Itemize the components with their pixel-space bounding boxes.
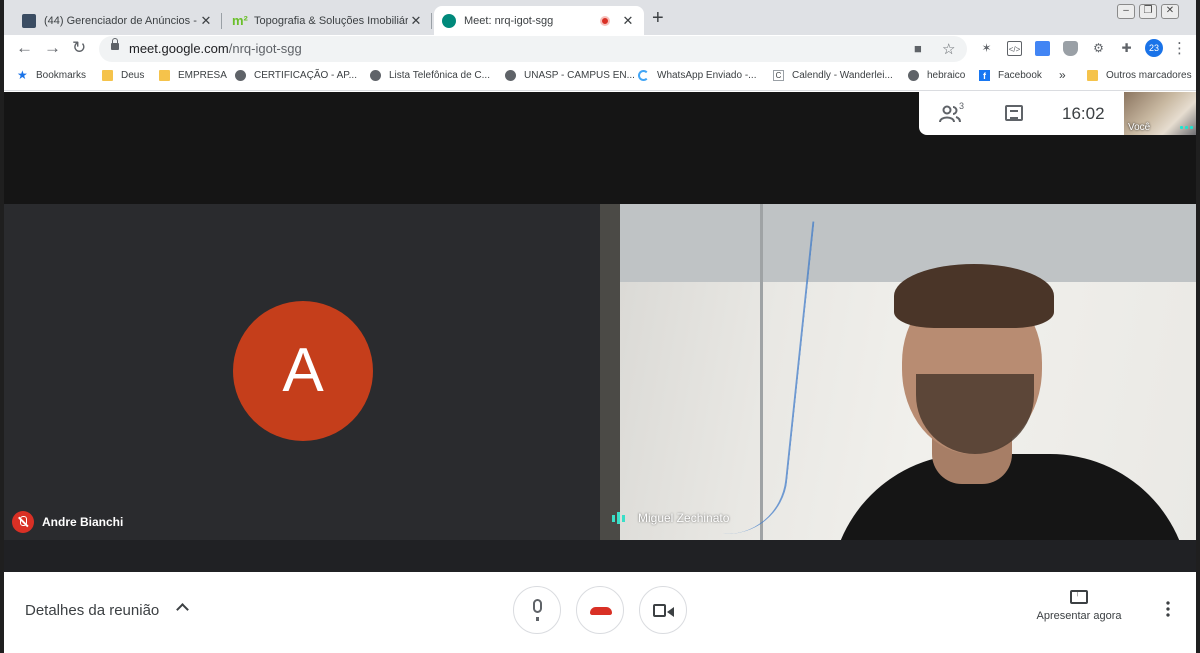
bookmark-unasp[interactable]: UNASP - CAMPUS EN... — [505, 70, 635, 81]
folder-icon — [102, 70, 113, 81]
present-now-button[interactable]: Apresentar agora — [1020, 588, 1138, 622]
forward-arrow-icon[interactable]: → — [44, 38, 61, 58]
bookmark-hebraico[interactable]: hebraico — [908, 70, 965, 81]
restore-icon[interactable]: ❐ — [1139, 4, 1157, 19]
ads-manager-icon — [22, 13, 36, 28]
globe-icon — [505, 70, 516, 81]
meet-info-bar: 3 16:02 — [919, 92, 1124, 135]
folder-icon — [159, 70, 170, 81]
tab-title: (44) Gerenciador de Anúncios - Gerenciad… — [44, 14, 198, 27]
calendly-icon: C — [773, 70, 784, 81]
present-screen-icon — [1070, 588, 1088, 604]
tab-title: Topografia & Soluções Imobiliárias — [254, 14, 408, 27]
participant-video-feed — [830, 264, 1190, 540]
camera-icon — [653, 604, 674, 617]
microphone-icon — [533, 599, 542, 621]
chrome-menu-icon[interactable]: ⋮ — [1172, 41, 1187, 56]
participant-tile-andre[interactable]: A Andre Bianchi — [4, 204, 600, 540]
present-now-label: Apresentar agora — [1036, 610, 1122, 622]
bookmark-star-icon[interactable]: ☆ — [942, 40, 955, 58]
tab-title: Meet: nrq-igot-sgg — [464, 14, 554, 27]
video-background — [691, 212, 815, 540]
address-bar[interactable]: meet.google.com/nrq-igot-sgg ■ ☆ — [99, 36, 967, 62]
speaking-indicator-icon — [612, 512, 626, 524]
chat-icon[interactable] — [1005, 105, 1023, 121]
lock-icon — [111, 38, 119, 50]
bookmark-calendly[interactable]: C Calendly - Wanderlei... — [773, 70, 893, 81]
browser-window: (44) Gerenciador de Anúncios - Gerenciad… — [0, 0, 1200, 653]
chevron-up-icon[interactable] — [176, 603, 189, 616]
globe-icon — [370, 70, 381, 81]
bookmarks-overflow-chevron[interactable]: » — [1059, 68, 1066, 82]
browser-toolbar: ← → ↻ meet.google.com/nrq-igot-sgg ■ ☆ ✶… — [4, 35, 1196, 63]
mic-muted-icon — [12, 511, 34, 533]
close-tab-icon[interactable]: ✕ — [408, 13, 424, 29]
bookmark-deus[interactable]: Deus — [102, 70, 144, 81]
bookmark-empresa[interactable]: EMPRESA — [159, 70, 227, 81]
bookmark-lista-telefonica[interactable]: Lista Telefônica de C... — [370, 70, 490, 81]
recording-indicator-icon — [600, 15, 610, 26]
globe-icon — [235, 70, 246, 81]
close-window-icon[interactable]: ✕ — [1161, 4, 1179, 19]
bookmark-whatsapp[interactable]: WhatsApp Enviado -... — [638, 70, 757, 81]
participant-name: Miguel Zechinato — [638, 511, 730, 525]
folder-icon — [1087, 70, 1098, 81]
facebook-icon: f — [979, 70, 990, 81]
bookmark-facebook[interactable]: f Facebook — [979, 70, 1042, 81]
camera-in-use-icon[interactable]: ■ — [914, 41, 922, 56]
avatar: A — [233, 301, 373, 441]
back-arrow-icon[interactable]: ← — [16, 38, 33, 58]
new-tab-button[interactable]: + — [652, 7, 664, 30]
globe-icon — [908, 70, 919, 81]
whatsapp-icon — [638, 70, 649, 81]
puzzle-extensions-icon[interactable]: ✚ — [1119, 41, 1134, 56]
m2-icon: m² — [232, 12, 248, 28]
meet-controls-bar: Detalhes da reunião Apresentar agora — [4, 572, 1196, 648]
tab-ads-manager[interactable]: (44) Gerenciador de Anúncios - Gerenciad… — [14, 6, 222, 35]
participant-nameplate: Andre Bianchi — [12, 511, 123, 533]
profile-badge[interactable]: 23 — [1145, 39, 1163, 57]
self-view-thumbnail[interactable]: Você — [1124, 92, 1196, 135]
bookmark-bookmarks[interactable]: ★ Bookmarks — [17, 68, 86, 82]
meet-stage: 3 16:02 Você A Andre Bianchi Miguel Zech… — [4, 92, 1196, 572]
gear-extension-icon[interactable]: ⚙ — [1091, 41, 1106, 56]
participant-tile-miguel[interactable]: Miguel Zechinato — [600, 204, 1196, 540]
participant-count: 3 — [959, 101, 965, 111]
minimize-icon[interactable]: – — [1117, 4, 1135, 19]
blue-extension-icon[interactable] — [1035, 41, 1050, 56]
meet-icon — [442, 13, 456, 28]
meeting-details-button[interactable]: Detalhes da reunião — [25, 602, 159, 619]
more-options-icon[interactable] — [1164, 600, 1172, 618]
bookmark-outros-marcadores[interactable]: Outros marcadores — [1087, 70, 1192, 81]
tab-meet[interactable]: Meet: nrq-igot-sgg ✕ — [434, 6, 644, 35]
shield-extension-icon[interactable] — [1063, 41, 1078, 56]
pin-extension-icon[interactable]: ✶ — [979, 41, 994, 56]
microphone-button[interactable] — [513, 586, 561, 634]
tab-topografia[interactable]: m² Topografia & Soluções Imobiliárias ✕ — [224, 6, 432, 35]
bookmark-certificacao[interactable]: CERTIFICAÇÃO - AP... — [235, 70, 357, 81]
self-audio-indicator-icon — [1179, 126, 1193, 129]
participant-nameplate: Miguel Zechinato — [612, 511, 729, 525]
meeting-clock: 16:02 — [1062, 104, 1105, 123]
close-tab-icon[interactable]: ✕ — [620, 13, 636, 29]
participant-name: Andre Bianchi — [42, 515, 124, 529]
bookmarks-bar: ★ Bookmarks Deus EMPRESA CERTIFICAÇÃO - A… — [4, 63, 1196, 91]
people-icon — [939, 105, 961, 123]
tab-strip: (44) Gerenciador de Anúncios - Gerenciad… — [4, 0, 1196, 35]
leave-call-button[interactable] — [576, 586, 624, 634]
close-tab-icon[interactable]: ✕ — [198, 13, 214, 29]
participants-button[interactable]: 3 — [939, 101, 965, 125]
url-text[interactable]: meet.google.com/nrq-igot-sgg — [129, 41, 302, 56]
reload-icon[interactable]: ↻ — [72, 38, 86, 58]
camera-button[interactable] — [639, 586, 687, 634]
star-icon: ★ — [17, 68, 28, 82]
self-view-label: Você — [1128, 122, 1151, 133]
code-extension-icon[interactable]: </> — [1007, 41, 1022, 56]
hang-up-icon — [590, 607, 612, 615]
